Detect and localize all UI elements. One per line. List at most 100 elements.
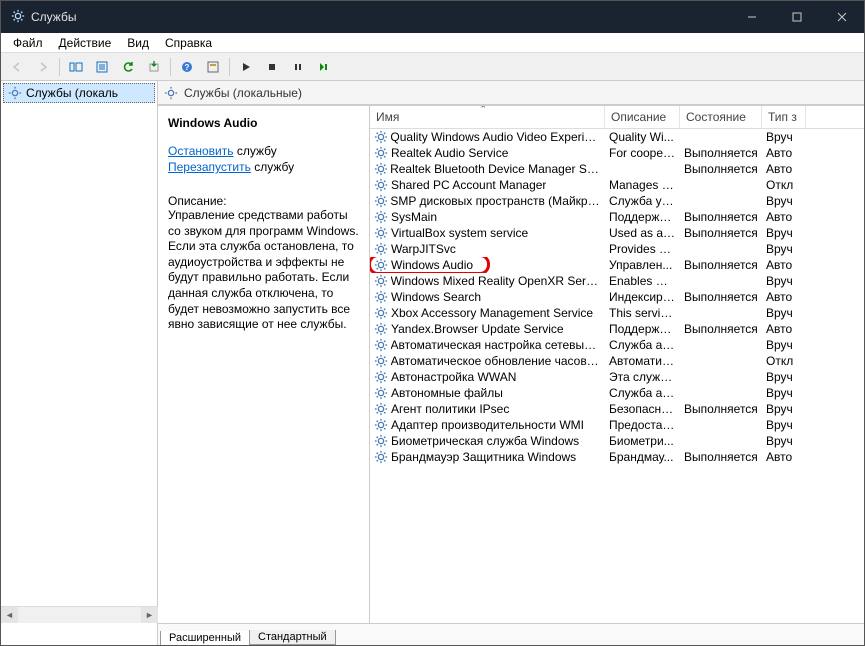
service-row[interactable]: WarpJITSvcProvides a ...Вруч (370, 241, 864, 257)
service-state: Выполняется (680, 145, 762, 161)
list-scroll[interactable]: Quality Windows Audio Video ExperienceQu… (370, 129, 864, 623)
service-desc: Автоматич... (605, 353, 680, 369)
service-type: Авто (762, 209, 806, 225)
service-name: Брандмауэр Защитника Windows (391, 450, 576, 464)
back-button[interactable] (5, 56, 29, 78)
service-row[interactable]: Windows Mixed Reality OpenXR ServiceEnab… (370, 273, 864, 289)
toolbar-icon[interactable] (64, 56, 88, 78)
service-name: SysMain (391, 210, 437, 224)
service-row[interactable]: Биометрическая служба WindowsБиометри...… (370, 433, 864, 449)
refresh-icon[interactable] (116, 56, 140, 78)
stop-icon[interactable] (260, 56, 284, 78)
service-row[interactable]: Windows AudioУправлен...ВыполняетсяАвто (370, 257, 864, 273)
service-name: Windows Audio (391, 258, 473, 272)
service-row[interactable]: Автономные файлыСлужба ав...Вруч (370, 385, 864, 401)
toolbar-properties-icon[interactable] (90, 56, 114, 78)
gear-icon (11, 9, 25, 26)
window-title: Службы (31, 10, 729, 24)
service-desc: Provides a ... (605, 241, 680, 257)
help-icon[interactable]: ? (175, 56, 199, 78)
service-row[interactable]: Realtek Audio ServiceFor cooper...Выполн… (370, 145, 864, 161)
service-state: Выполняется (680, 225, 762, 241)
scroll-left-icon[interactable]: ◄ (1, 607, 18, 623)
service-type: Авто (762, 161, 806, 177)
gear-icon (374, 274, 388, 288)
menubar: Файл Действие Вид Справка (1, 33, 864, 53)
service-type: Вруч (762, 385, 806, 401)
tree-item-services[interactable]: Службы (локаль (3, 83, 155, 103)
gear-icon (374, 178, 388, 192)
pane-header: Службы (локальные) (158, 81, 864, 105)
service-row[interactable]: Автоматическое обновление часовог...Авто… (370, 353, 864, 369)
toolbar-icon[interactable] (201, 56, 225, 78)
menu-action[interactable]: Действие (51, 34, 120, 52)
service-row[interactable]: VirtualBox system serviceUsed as a ...Вы… (370, 225, 864, 241)
column-state[interactable]: Состояние (680, 106, 762, 128)
service-row[interactable]: Автоматическая настройка сетевых у...Слу… (370, 337, 864, 353)
description-label: Описание: (168, 194, 361, 208)
service-type: Откл (762, 177, 806, 193)
service-row[interactable]: Автонастройка WWANЭта служб...Вруч (370, 369, 864, 385)
maximize-button[interactable] (774, 1, 819, 33)
gear-icon (374, 402, 388, 416)
service-name: SMP дисковых пространств (Майкрос... (390, 194, 601, 208)
service-row[interactable]: Windows SearchИндексиро...ВыполняетсяАвт… (370, 289, 864, 305)
service-type: Авто (762, 321, 806, 337)
menu-help[interactable]: Справка (157, 34, 220, 52)
pause-icon[interactable] (286, 56, 310, 78)
close-button[interactable] (819, 1, 864, 33)
service-row[interactable]: Realtek Bluetooth Device Manager Servi..… (370, 161, 864, 177)
service-row[interactable]: Агент политики IPsecБезопасно...Выполняе… (370, 401, 864, 417)
toolbar: ? (1, 53, 864, 81)
service-name: WarpJITSvc (391, 242, 456, 256)
service-type: Вруч (762, 337, 806, 353)
service-state (680, 312, 762, 314)
tree-hscroll[interactable]: ◄ ► (1, 606, 158, 623)
service-name: Windows Mixed Reality OpenXR Service (391, 274, 601, 288)
service-row[interactable]: Адаптер производительности WMIПредостав.… (370, 417, 864, 433)
service-row[interactable]: Shared PC Account ManagerManages p...Отк… (370, 177, 864, 193)
gear-icon (374, 418, 388, 432)
service-name: Shared PC Account Manager (391, 178, 546, 192)
service-type: Авто (762, 257, 806, 273)
service-state (680, 344, 762, 346)
service-desc: Эта служб... (605, 369, 680, 385)
gear-icon (374, 130, 387, 144)
service-state: Выполняется (680, 209, 762, 225)
service-desc: Брандмау... (605, 449, 680, 465)
service-desc: Биометри... (605, 433, 680, 449)
tab-standard[interactable]: Стандартный (249, 630, 336, 645)
service-row[interactable]: SMP дисковых пространств (Майкрос...Служ… (370, 193, 864, 209)
service-type: Вруч (762, 433, 806, 449)
service-row[interactable]: Quality Windows Audio Video ExperienceQu… (370, 129, 864, 145)
restart-icon[interactable] (312, 56, 336, 78)
tab-extended[interactable]: Расширенный (160, 631, 250, 645)
service-row[interactable]: Xbox Accessory Management ServiceThis se… (370, 305, 864, 321)
service-row[interactable]: SysMainПоддержи...ВыполняетсяАвто (370, 209, 864, 225)
service-row[interactable]: Yandex.Browser Update ServiceПоддержи...… (370, 321, 864, 337)
restart-link[interactable]: Перезапустить (168, 160, 251, 174)
menu-file[interactable]: Файл (5, 34, 51, 52)
gear-icon (374, 354, 388, 368)
gear-icon (374, 306, 388, 320)
menu-view[interactable]: Вид (119, 34, 157, 52)
stop-link[interactable]: Остановить (168, 144, 234, 158)
column-description[interactable]: Описание (605, 106, 680, 128)
gear-icon (374, 226, 388, 240)
service-state (680, 392, 762, 394)
service-type: Вруч (762, 369, 806, 385)
service-name: Realtek Bluetooth Device Manager Servi..… (390, 162, 601, 176)
play-icon[interactable] (234, 56, 258, 78)
column-startup-type[interactable]: Тип з (762, 106, 806, 128)
service-desc: Поддержи... (605, 321, 680, 337)
service-name: Quality Windows Audio Video Experience (390, 130, 601, 144)
service-state (680, 360, 762, 362)
gear-icon (374, 338, 388, 352)
column-name[interactable]: Имя (370, 106, 605, 128)
minimize-button[interactable] (729, 1, 774, 33)
service-state (680, 376, 762, 378)
scroll-right-icon[interactable]: ► (141, 607, 158, 623)
export-icon[interactable] (142, 56, 166, 78)
service-row[interactable]: Брандмауэр Защитника WindowsБрандмау...В… (370, 449, 864, 465)
forward-button[interactable] (31, 56, 55, 78)
